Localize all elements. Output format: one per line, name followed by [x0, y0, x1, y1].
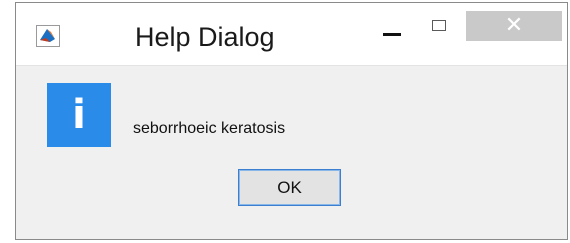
info-icon-glyph: i — [72, 92, 86, 138]
info-icon: i — [47, 83, 111, 147]
ok-button[interactable]: OK — [238, 169, 341, 206]
matlab-logo-graphic — [40, 29, 55, 42]
maximize-icon — [432, 20, 446, 31]
minimize-button[interactable] — [376, 15, 412, 45]
maximize-button[interactable] — [427, 15, 457, 45]
window-title: Help Dialog — [135, 22, 275, 52]
dialog-message: seborrhoeic keratosis — [133, 120, 286, 137]
close-button[interactable]: ✕ — [466, 11, 562, 41]
title-bar[interactable]: Help Dialog ✕ — [16, 3, 567, 65]
help-dialog-window: Help Dialog ✕ i seborrhoeic keratosis OK — [15, 2, 568, 240]
matlab-membrane-icon[interactable] — [36, 25, 60, 47]
dialog-content: i seborrhoeic keratosis OK — [16, 65, 567, 239]
close-icon: ✕ — [504, 13, 524, 38]
minimize-icon — [383, 33, 401, 36]
